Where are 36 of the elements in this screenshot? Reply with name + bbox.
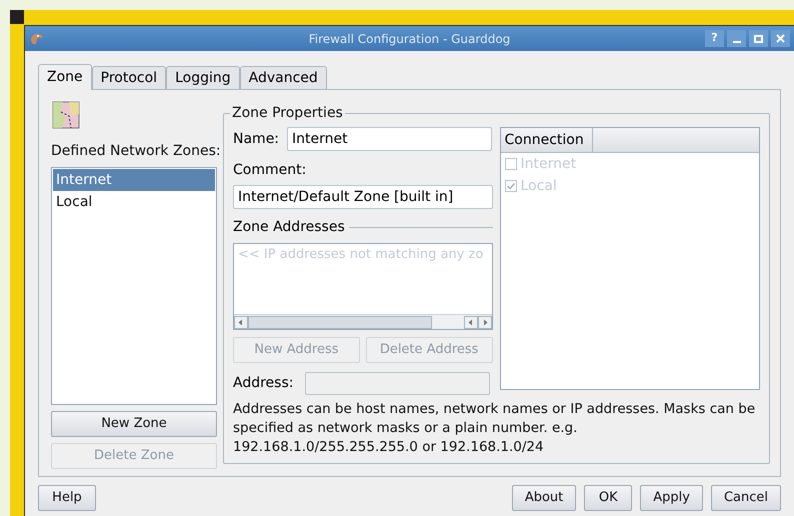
address-label: Address:: [233, 374, 294, 393]
minimize-button[interactable]: [727, 30, 746, 47]
group-title: Zone Properties: [230, 104, 345, 122]
map-icon: [51, 100, 81, 130]
new-zone-button[interactable]: New Zone: [51, 411, 217, 437]
name-field[interactable]: Internet: [287, 127, 492, 151]
checkbox[interactable]: [504, 158, 516, 170]
group-title: Zone Addresses: [233, 218, 345, 237]
dialog-button[interactable]: Cancel: [710, 485, 781, 511]
dialog-button[interactable]: About: [512, 485, 576, 511]
comment-field[interactable]: Internet/Default Zone [built in]: [233, 185, 492, 209]
name-label: Name:: [233, 130, 280, 148]
close-button[interactable]: [771, 30, 790, 47]
zone-list-item[interactable]: Local: [53, 191, 215, 213]
horizontal-scrollbar[interactable]: [234, 314, 492, 329]
window-title: Firewall Configuration - Guarddog: [308, 30, 510, 48]
tab[interactable]: Protocol: [92, 66, 166, 89]
corner-square: [10, 10, 24, 24]
help-text: Addresses can be host names, network names or IP addresses. Masks can be specified as network masks or a plain number. e.g. 192.168.1.0/255.255.255.0 or 192.168.1.0/24: [233, 400, 756, 457]
tab[interactable]: Advanced: [240, 66, 327, 89]
scroll-left-icon[interactable]: [234, 316, 248, 328]
tab[interactable]: Zone: [38, 64, 92, 90]
checkbox[interactable]: [504, 180, 516, 192]
help-button[interactable]: Help: [38, 485, 96, 511]
scroll-right-icon[interactable]: [478, 316, 492, 328]
dialog-button[interactable]: OK: [584, 485, 632, 511]
close-icon: [776, 34, 785, 43]
checkbox-label: Internet: [520, 154, 576, 174]
scroll-left-icon[interactable]: [464, 316, 478, 328]
dialog-button[interactable]: Apply: [640, 485, 703, 511]
comment-label: Comment:: [233, 161, 308, 180]
zone-list-item[interactable]: Internet: [53, 169, 215, 191]
tab[interactable]: Logging: [166, 66, 240, 89]
zones-label: Defined Network Zones:: [51, 142, 217, 161]
checkbox-label: Local: [520, 176, 557, 196]
maximize-button[interactable]: [749, 30, 768, 47]
